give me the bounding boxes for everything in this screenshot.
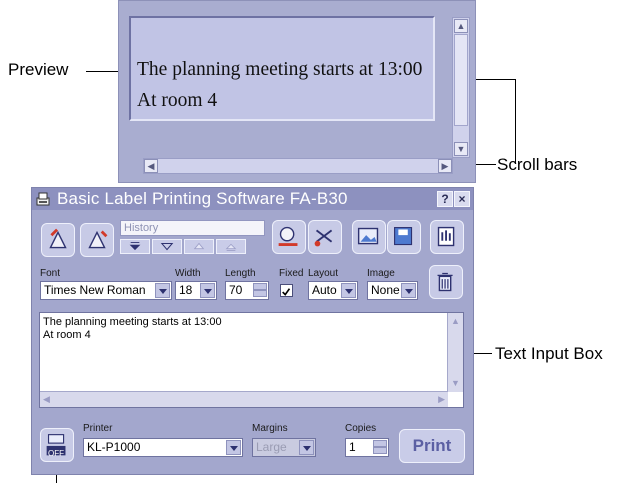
layout-label: Layout bbox=[308, 268, 339, 279]
chevron-down-icon[interactable] bbox=[226, 440, 241, 455]
scroll-bars-callout-line-v bbox=[515, 79, 516, 164]
scroll-up-arrow-icon[interactable]: ▲ bbox=[454, 19, 468, 33]
history-next-button[interactable] bbox=[152, 239, 182, 254]
text-input-callout: Text Input Box bbox=[495, 344, 603, 363]
down-arrow-icon bbox=[160, 242, 174, 251]
length-label: Length bbox=[225, 268, 256, 279]
length-stepper-value: 70 bbox=[229, 283, 243, 297]
printer-app-icon bbox=[36, 192, 50, 206]
stepper-arrows-icon[interactable] bbox=[373, 440, 387, 455]
preview-vertical-scrollbar[interactable]: ▲ ▼ bbox=[452, 17, 470, 158]
preview-text-line-2: At room 4 bbox=[137, 90, 218, 111]
scroll-down-arrow-icon[interactable]: ▼ bbox=[448, 377, 463, 390]
font-select-value: Times New Roman bbox=[44, 283, 146, 297]
chevron-down-icon[interactable] bbox=[341, 283, 356, 298]
delete-button[interactable] bbox=[429, 265, 463, 299]
help-button[interactable]: ? bbox=[437, 191, 453, 207]
print-button[interactable]: Print bbox=[399, 429, 465, 463]
margins-select-value: Large bbox=[256, 440, 287, 454]
copies-stepper-value: 1 bbox=[349, 440, 356, 454]
image-select[interactable]: None bbox=[367, 281, 418, 300]
checkmark-icon bbox=[282, 288, 291, 296]
tape-feed-icon bbox=[49, 228, 67, 249]
label-cut-button[interactable] bbox=[308, 220, 342, 254]
close-button[interactable]: × bbox=[454, 191, 470, 207]
font-label: Font bbox=[40, 268, 61, 279]
scroll-up-arrow-icon[interactable]: ▲ bbox=[448, 315, 463, 328]
save-icon bbox=[394, 227, 413, 246]
width-select-value: 18 bbox=[179, 283, 193, 297]
printer-select-value: KL-P1000 bbox=[87, 440, 141, 454]
margins-label: Margins bbox=[252, 423, 288, 434]
title-bar: Basic Label Printing Software FA-B30 ? × bbox=[32, 188, 473, 210]
preview-panel: The planning meeting starts at 13:00 At … bbox=[118, 0, 476, 183]
width-select[interactable]: 18 bbox=[175, 281, 217, 300]
chevron-down-icon[interactable] bbox=[299, 440, 314, 455]
fixed-checkbox[interactable] bbox=[280, 284, 293, 297]
printer-select[interactable]: KL-P1000 bbox=[83, 438, 243, 457]
scroll-down-arrow-icon[interactable]: ▼ bbox=[454, 142, 468, 156]
width-label: Width bbox=[175, 268, 201, 279]
up-arrow-icon bbox=[193, 242, 205, 250]
tape-cut-icon bbox=[88, 230, 108, 249]
settings-icon bbox=[437, 226, 455, 247]
power-off-label: OFF bbox=[48, 449, 64, 458]
image-select-value: None bbox=[371, 283, 400, 297]
first-icon bbox=[129, 242, 141, 251]
image-button[interactable] bbox=[352, 220, 386, 254]
label-feed-button[interactable] bbox=[272, 220, 306, 254]
chevron-down-icon[interactable] bbox=[155, 283, 170, 298]
power-button[interactable]: OFF bbox=[40, 428, 74, 462]
length-stepper[interactable]: 70 bbox=[225, 281, 269, 300]
history-first-button[interactable] bbox=[120, 239, 150, 254]
scroll-right-arrow-icon[interactable]: ▶ bbox=[438, 159, 452, 173]
history-prev-button[interactable] bbox=[184, 239, 214, 254]
scroll-right-arrow-icon[interactable]: ▶ bbox=[438, 393, 445, 406]
app-window: Basic Label Printing Software FA-B30 ? ×… bbox=[31, 187, 474, 475]
window-title: Basic Label Printing Software FA-B30 bbox=[57, 189, 348, 208]
image-label: Image bbox=[367, 268, 395, 279]
preview-horizontal-scrollbar[interactable]: ◀ ▶ bbox=[143, 158, 453, 174]
text-input-line-1: The planning meeting starts at 13:00 bbox=[43, 316, 222, 328]
text-horizontal-scrollbar[interactable]: ◀ ▶ bbox=[40, 391, 448, 407]
stepper-arrows-icon[interactable] bbox=[253, 283, 267, 298]
preview-label-area: The planning meeting starts at 13:00 At … bbox=[129, 16, 435, 121]
margins-select[interactable]: Large bbox=[252, 438, 316, 457]
text-vertical-scrollbar[interactable]: ▲ ▼ bbox=[447, 313, 463, 392]
preview-text-line-1: The planning meeting starts at 13:00 bbox=[137, 59, 423, 80]
scroll-left-arrow-icon[interactable]: ◀ bbox=[144, 159, 158, 173]
copies-stepper[interactable]: 1 bbox=[345, 438, 389, 457]
layout-select-value: Auto bbox=[312, 283, 337, 297]
trash-icon bbox=[437, 272, 453, 292]
history-last-button[interactable] bbox=[216, 239, 246, 254]
text-input-line-2: At room 4 bbox=[43, 329, 91, 341]
label-feed-icon bbox=[278, 226, 298, 246]
last-icon bbox=[225, 243, 237, 251]
tape-cut-button[interactable] bbox=[80, 223, 114, 257]
scroll-bars-callout: Scroll bars bbox=[497, 155, 578, 174]
layout-select[interactable]: Auto bbox=[308, 281, 358, 300]
chevron-down-icon[interactable] bbox=[401, 283, 416, 298]
history-field[interactable]: History bbox=[120, 220, 265, 236]
chevron-down-icon[interactable] bbox=[200, 283, 215, 298]
fixed-label: Fixed bbox=[279, 268, 304, 279]
scroll-thumb[interactable] bbox=[454, 34, 468, 126]
scissors-icon bbox=[314, 229, 333, 247]
font-select[interactable]: Times New Roman bbox=[40, 281, 172, 300]
tape-feed-button[interactable] bbox=[41, 223, 75, 257]
save-button[interactable] bbox=[387, 220, 421, 254]
settings-button[interactable] bbox=[430, 220, 464, 254]
scroll-left-arrow-icon[interactable]: ◀ bbox=[43, 393, 50, 406]
text-input-box[interactable]: The planning meeting starts at 13:00 At … bbox=[39, 312, 464, 408]
copies-label: Copies bbox=[345, 423, 377, 434]
printer-label: Printer bbox=[83, 423, 113, 434]
image-icon bbox=[357, 227, 379, 245]
preview-callout: Preview bbox=[8, 60, 69, 79]
